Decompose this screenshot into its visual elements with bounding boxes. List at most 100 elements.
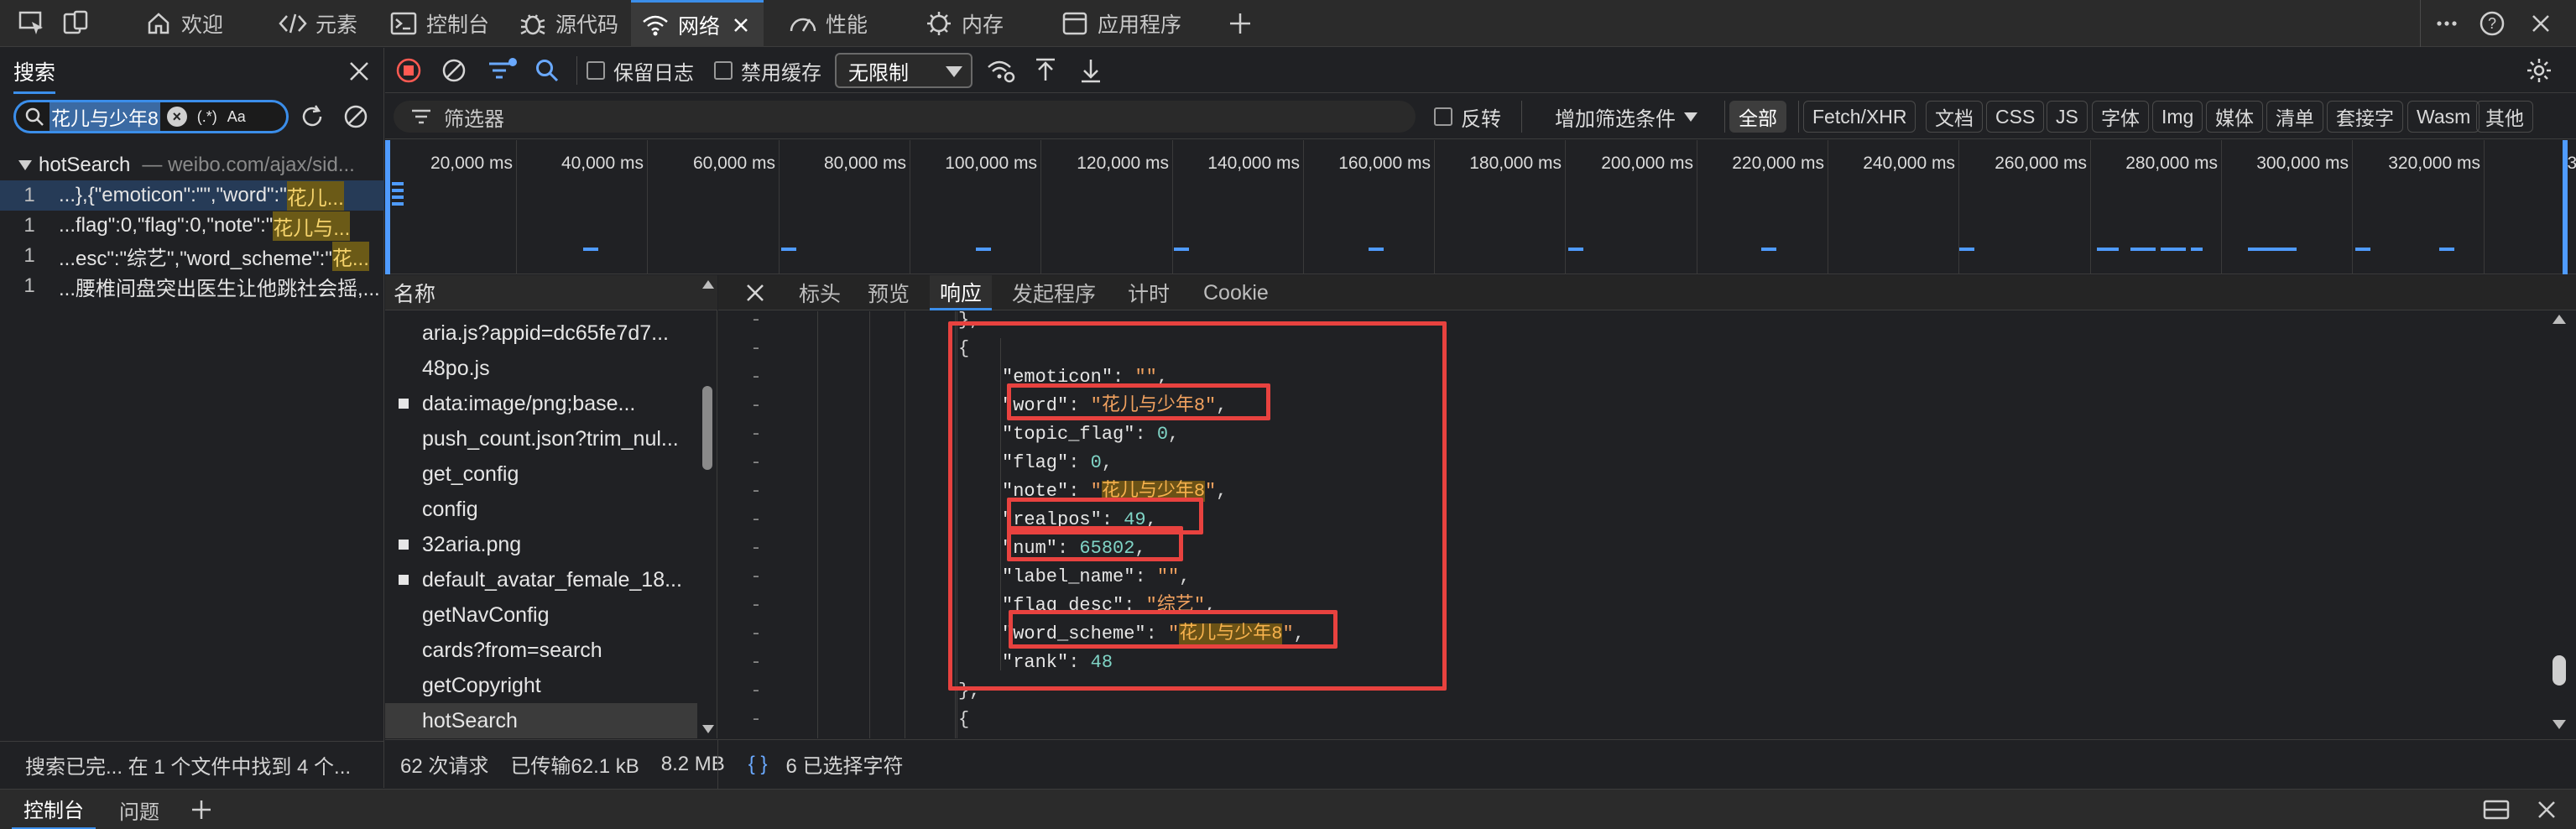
search-button[interactable]: [534, 53, 560, 88]
result-line[interactable]: 1 ...腰椎间盘突出医生让他跳社会摇,...: [0, 271, 384, 301]
checkbox[interactable]: [714, 61, 733, 80]
tab-timing[interactable]: 计时: [1118, 275, 1180, 310]
request-row[interactable]: aria.js?appid=dc65fe7d7...: [385, 315, 697, 351]
tab-sources[interactable]: 源代码: [508, 0, 628, 47]
refresh-search-icon[interactable]: [295, 100, 329, 133]
search-tab[interactable]: 搜索: [13, 56, 56, 94]
dock-icon[interactable]: [2470, 790, 2522, 829]
drawer-tab-console[interactable]: 控制台: [12, 790, 96, 829]
filter-type-socket[interactable]: 套接字: [2327, 101, 2403, 133]
filter-type-media[interactable]: 媒体: [2206, 101, 2263, 133]
scroll-up-icon[interactable]: [702, 280, 714, 289]
tab-welcome[interactable]: 欢迎: [134, 0, 233, 47]
network-overview-timeline[interactable]: 20,000 ms 40,000 ms 60,000 ms 80,000 ms 100,…: [385, 140, 2576, 274]
request-row[interactable]: hotSearch: [385, 703, 697, 738]
tab-elements[interactable]: 元素: [269, 0, 368, 47]
checkbox[interactable]: [587, 61, 605, 80]
filter-input[interactable]: 筛选器: [394, 101, 1416, 133]
filter-type-doc[interactable]: 文档: [1926, 101, 1983, 133]
request-row[interactable]: default_avatar_female_18...: [385, 562, 697, 597]
disable-cache-checkbox[interactable]: 禁用缓存: [714, 53, 821, 88]
request-row[interactable]: data:image/png;base...: [385, 386, 697, 421]
result-line[interactable]: 1 ...},{"emoticon":"","word":" 花儿...: [0, 180, 384, 211]
scrollbar-thumb[interactable]: [702, 386, 712, 470]
tab-network[interactable]: 网络: [631, 0, 764, 47]
expand-caret-icon[interactable]: [18, 160, 32, 170]
add-drawer-tab-icon[interactable]: [178, 790, 225, 829]
request-row[interactable]: getNavConfig: [385, 597, 697, 633]
drawer-tab-issues[interactable]: 问题: [107, 790, 171, 829]
more-filters-dropdown[interactable]: 增加筛选条件: [1555, 99, 1697, 134]
close-details-icon[interactable]: [735, 275, 775, 310]
result-line[interactable]: 1 ...flag":0,"flag":0,"note":" 花儿与...: [0, 211, 384, 241]
filter-type-css[interactable]: CSS: [1986, 101, 2045, 133]
more-options-icon[interactable]: [2430, 7, 2464, 40]
request-list-scrollbar[interactable]: [698, 275, 717, 738]
request-row[interactable]: 48po.js: [385, 351, 697, 386]
scroll-down-icon[interactable]: [2553, 720, 2566, 729]
add-tab-icon[interactable]: [1223, 7, 1257, 40]
request-row[interactable]: 32aria.png: [385, 527, 697, 562]
filter-toggle-button[interactable]: [488, 53, 518, 88]
tab-memory[interactable]: 内存: [915, 0, 1014, 47]
match-case-toggle[interactable]: Aa: [227, 108, 246, 126]
request-count: 62 次请求: [400, 755, 489, 778]
request-list: 名称 aria.js?appid=dc65fe7d7... 48po.js data…: [385, 275, 717, 738]
scroll-down-icon[interactable]: [702, 725, 714, 733]
network-conditions-button[interactable]: [986, 53, 1016, 88]
tab-headers[interactable]: 标头: [789, 275, 851, 310]
export-har-button[interactable]: [1078, 53, 1103, 88]
request-row[interactable]: push_count.json?trim_nul...: [385, 421, 697, 456]
line-gutter: -: [750, 424, 762, 445]
request-row[interactable]: getCopyright: [385, 668, 697, 703]
result-file[interactable]: hotSearch — weibo.com/ajax/sid...: [0, 150, 384, 180]
request-row[interactable]: get_config: [385, 456, 697, 492]
braces-icon[interactable]: { }: [748, 753, 768, 776]
close-devtools-icon[interactable]: [2524, 7, 2558, 40]
filter-type-font[interactable]: 字体: [2092, 101, 2149, 133]
throttling-select[interactable]: 无限制: [835, 53, 973, 88]
filter-type-js[interactable]: JS: [2047, 101, 2088, 133]
close-tab-icon[interactable]: [732, 16, 750, 34]
timeline-gridline: [779, 140, 780, 274]
filter-type-other[interactable]: 其他: [2476, 101, 2533, 133]
tab-application[interactable]: 应用程序: [1051, 0, 1192, 47]
close-search-icon[interactable]: [342, 55, 376, 88]
clear-button[interactable]: [441, 53, 467, 88]
scrollbar-thumb[interactable]: [2553, 655, 2566, 686]
scroll-up-icon[interactable]: [2553, 315, 2566, 324]
import-har-button[interactable]: [1033, 53, 1058, 88]
tab-performance[interactable]: 性能: [779, 0, 878, 47]
filter-type-manifest[interactable]: 清单: [2266, 101, 2323, 133]
filter-type-wasm[interactable]: Wasm: [2407, 101, 2480, 133]
network-settings-button[interactable]: [2525, 53, 2553, 88]
result-line-number: 1: [23, 274, 35, 297]
help-icon[interactable]: ?: [2475, 7, 2509, 40]
tab-label: 欢迎: [181, 13, 224, 37]
invert-checkbox[interactable]: 反转: [1434, 99, 1501, 134]
result-line[interactable]: 1 ...esc":"综艺","word_scheme":" 花...: [0, 241, 384, 271]
regex-toggle[interactable]: (.*): [197, 108, 217, 126]
response-body[interactable]: -}, -{- "emoticon": "", - "word": "花儿与少年8", -…: [718, 311, 2576, 738]
tab-response[interactable]: 响应: [930, 275, 993, 310]
column-header-name[interactable]: 名称: [385, 275, 717, 310]
device-emulation-icon[interactable]: [59, 7, 92, 40]
filter-type-img[interactable]: Img: [2152, 101, 2203, 133]
checkbox[interactable]: [1434, 107, 1452, 126]
request-row[interactable]: config: [385, 492, 697, 527]
clear-search-icon[interactable]: ×: [166, 107, 187, 127]
search-input[interactable]: 花儿与少年8 × (.*) Aa: [13, 100, 289, 133]
tab-cookies[interactable]: Cookie: [1193, 275, 1279, 310]
clear-results-icon[interactable]: [339, 100, 373, 133]
json-token: {: [958, 709, 970, 730]
tab-console[interactable]: 控制台: [379, 0, 499, 47]
tab-preview[interactable]: 预览: [858, 275, 920, 310]
filter-type-all[interactable]: 全部: [1729, 101, 1786, 133]
request-row[interactable]: cards?from=search: [385, 633, 697, 668]
tab-initiator[interactable]: 发起程序: [1002, 275, 1106, 310]
inspect-element-icon[interactable]: [15, 7, 49, 40]
record-button[interactable]: [395, 53, 422, 88]
preserve-log-checkbox[interactable]: 保留日志: [587, 53, 694, 88]
close-drawer-icon[interactable]: [2524, 790, 2569, 829]
filter-type-fetch-xhr[interactable]: Fetch/XHR: [1803, 101, 1916, 133]
